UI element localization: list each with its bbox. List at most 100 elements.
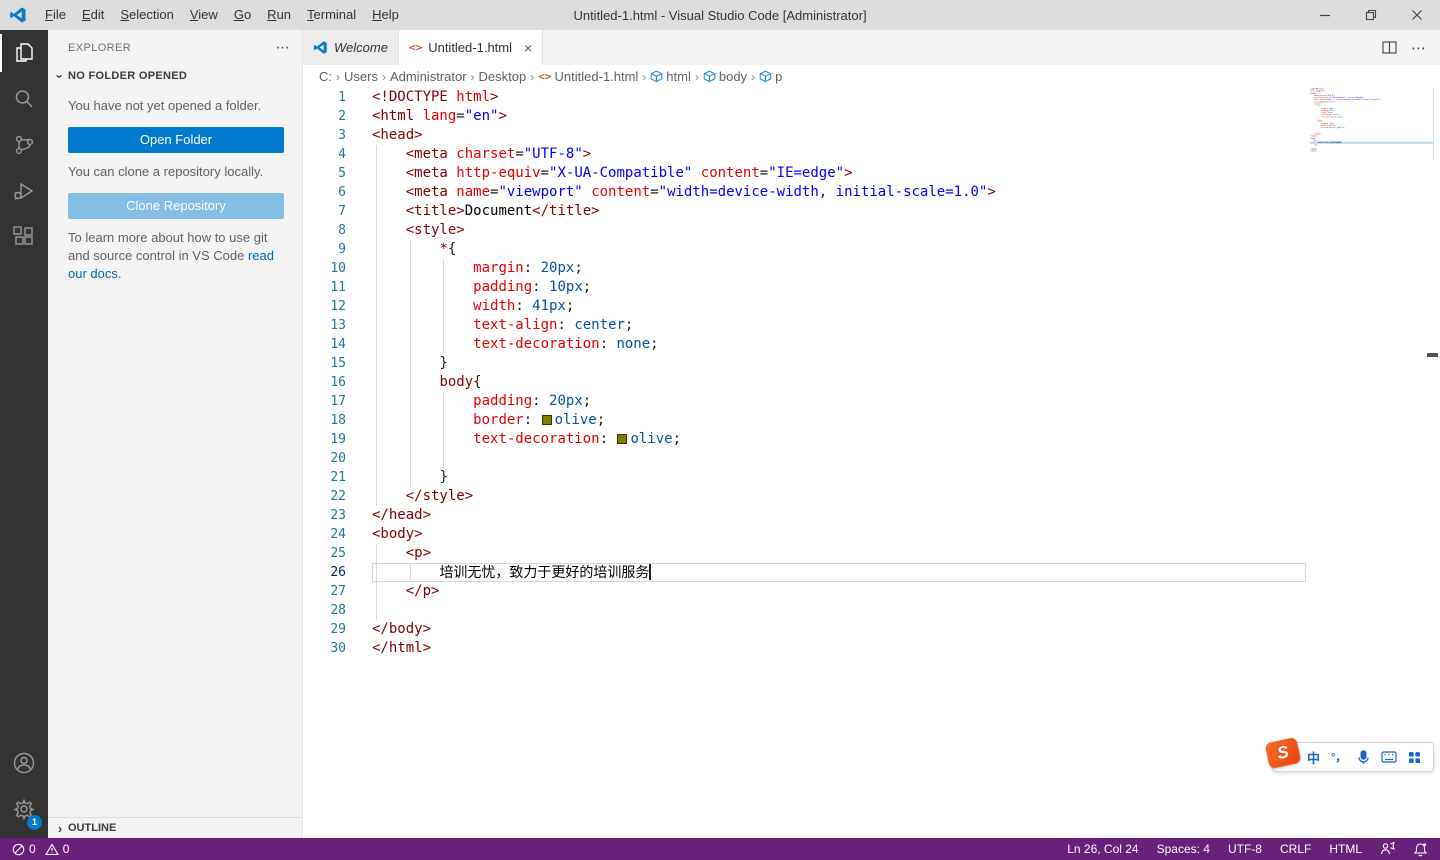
- menu-item-go[interactable]: Go: [226, 0, 259, 30]
- menu-item-selection[interactable]: Selection: [112, 0, 181, 30]
- status-indentation[interactable]: Spaces: 4: [1148, 838, 1219, 860]
- breadcrumb-item-untitled-1-html[interactable]: <>Untitled-1.html: [538, 69, 638, 84]
- code-line[interactable]: 11 padding: 10px;: [303, 278, 1440, 297]
- title-bar: FileEditSelectionViewGoRunTerminalHelp U…: [0, 0, 1440, 30]
- code-line[interactable]: 30</html>: [303, 639, 1440, 658]
- menu-item-run[interactable]: Run: [259, 0, 299, 30]
- minimap[interactable]: <!DOCTYPE html><html lang="en"><head> <m…: [1310, 88, 1434, 160]
- indent-guide: [376, 354, 377, 373]
- code-line[interactable]: 9 *{: [303, 240, 1440, 259]
- close-tab-icon[interactable]: ×: [524, 40, 532, 56]
- open-folder-button[interactable]: Open Folder: [68, 127, 284, 153]
- menu-item-view[interactable]: View: [182, 0, 226, 30]
- code-line[interactable]: 3<head>: [303, 126, 1440, 145]
- breadcrumb-item-body[interactable]: body: [703, 69, 747, 84]
- menu-item-terminal[interactable]: Terminal: [299, 0, 364, 30]
- code-line[interactable]: 18 border: olive;: [303, 411, 1440, 430]
- code-token: [372, 317, 473, 333]
- code-token: "viewport": [498, 184, 582, 200]
- code-line[interactable]: 1<!DOCTYPE html>: [303, 88, 1440, 107]
- code-line[interactable]: 17 padding: 20px;: [303, 392, 1440, 411]
- split-editor-icon[interactable]: [1382, 41, 1397, 54]
- sogou-logo-icon[interactable]: S: [1265, 737, 1302, 769]
- code-line[interactable]: 27 </p>: [303, 582, 1440, 601]
- code-line[interactable]: 23</head>: [303, 506, 1440, 525]
- breadcrumb-item-c-[interactable]: C:: [319, 69, 332, 84]
- sidebar-item-source-control[interactable]: [0, 122, 48, 168]
- code-line[interactable]: 28: [303, 601, 1440, 620]
- indent-guide: [376, 335, 377, 354]
- notifications-button[interactable]: [1404, 838, 1440, 860]
- code-line[interactable]: 2<html lang="en">: [303, 107, 1440, 126]
- more-actions-icon[interactable]: ⋯: [1411, 39, 1426, 57]
- code-line[interactable]: 19 text-decoration: olive;: [303, 430, 1440, 449]
- code-token: ;: [673, 431, 681, 447]
- section-no-folder-opened[interactable]: › NO FOLDER OPENED: [48, 65, 302, 87]
- problems-indicator[interactable]: 0 0: [0, 838, 75, 860]
- close-icon[interactable]: [1394, 0, 1440, 30]
- code-line[interactable]: 26 培训无忧，致力于更好的培训服务: [303, 563, 1440, 582]
- restore-icon[interactable]: [1348, 0, 1394, 30]
- minimap-line: </html>: [1310, 150, 1434, 152]
- tab-untitled-1-html[interactable]: <>Untitled-1.html×: [399, 30, 543, 65]
- menu-item-help[interactable]: Help: [364, 0, 407, 30]
- views-and-more-actions-button[interactable]: ⋯: [276, 39, 290, 56]
- outline-section-header[interactable]: › OUTLINE: [48, 817, 302, 838]
- ime-language-mode-button[interactable]: 中: [1307, 748, 1320, 767]
- code-line[interactable]: 10 margin: 20px;: [303, 259, 1440, 278]
- code-line[interactable]: 20: [303, 449, 1440, 468]
- code-line[interactable]: 8 <style>: [303, 221, 1440, 240]
- line-number: 6: [303, 183, 346, 202]
- indent-guide: [410, 430, 411, 449]
- code-line[interactable]: 7 <title>Document</title>: [303, 202, 1440, 221]
- code-line[interactable]: 14 text-decoration: none;: [303, 335, 1440, 354]
- code-line[interactable]: 22 </style>: [303, 487, 1440, 506]
- code-line[interactable]: 5 <meta http-equiv="X-UA-Compatible" con…: [303, 164, 1440, 183]
- symbol-cube-icon: [650, 70, 663, 83]
- code-editor[interactable]: 1<!DOCTYPE html>2<html lang="en">3<head>…: [303, 88, 1440, 838]
- status-encoding[interactable]: UTF-8: [1219, 838, 1271, 860]
- ime-voice-button[interactable]: [1357, 750, 1370, 765]
- settings-button[interactable]: 1: [0, 786, 48, 832]
- status-cursor-position[interactable]: Ln 26, Col 24: [1058, 838, 1147, 860]
- breadcrumb-item-users[interactable]: Users: [344, 69, 378, 84]
- breadcrumb-item-html[interactable]: html: [650, 69, 691, 84]
- ime-keyboard-button[interactable]: [1381, 751, 1397, 763]
- minimize-icon[interactable]: [1302, 0, 1348, 30]
- breadcrumb-item-p[interactable]: p: [759, 69, 782, 84]
- menu-item-file[interactable]: File: [37, 0, 74, 30]
- code-line[interactable]: 24<body>: [303, 525, 1440, 544]
- code-line[interactable]: 15 }: [303, 354, 1440, 373]
- ime-punctuation-button[interactable]: °，: [1331, 749, 1346, 765]
- code-line[interactable]: 4 <meta charset="UTF-8">: [303, 145, 1440, 164]
- sidebar-item-search[interactable]: [0, 76, 48, 122]
- ime-toolbox-button[interactable]: [1408, 751, 1421, 764]
- sidebar-item-extensions[interactable]: [0, 214, 48, 260]
- code-line[interactable]: 6 <meta name="viewport" content="width=d…: [303, 183, 1440, 202]
- feedback-button[interactable]: [1371, 838, 1404, 860]
- sidebar-item-explorer[interactable]: [0, 30, 48, 76]
- line-number: 3: [303, 126, 346, 145]
- indent-guide: [443, 411, 444, 430]
- clone-repository-button[interactable]: Clone Repository: [68, 193, 284, 219]
- tab-welcome[interactable]: Welcome: [303, 30, 399, 65]
- breadcrumb-item-desktop[interactable]: Desktop: [479, 69, 527, 84]
- sidebar-item-run-and-debug[interactable]: [0, 168, 48, 214]
- code-token: :: [515, 298, 532, 314]
- code-token: :: [557, 317, 574, 333]
- code-line[interactable]: 21 }: [303, 468, 1440, 487]
- status-language-mode[interactable]: HTML: [1320, 838, 1371, 860]
- accounts-button[interactable]: [0, 740, 48, 786]
- code-token: <title>: [406, 203, 465, 219]
- code-token: =: [650, 184, 658, 200]
- menu-item-edit[interactable]: Edit: [74, 0, 112, 30]
- code-line[interactable]: 16 body{: [303, 373, 1440, 392]
- code-line[interactable]: 29</body>: [303, 620, 1440, 639]
- code-line[interactable]: 13 text-align: center;: [303, 316, 1440, 335]
- breadcrumb-item-administrator[interactable]: Administrator: [390, 69, 467, 84]
- code-line[interactable]: 12 width: 41px;: [303, 297, 1440, 316]
- code-token: body: [439, 374, 473, 390]
- status-eol[interactable]: CRLF: [1271, 838, 1320, 860]
- code-line[interactable]: 25 <p>: [303, 544, 1440, 563]
- code-token: ;: [625, 317, 633, 333]
